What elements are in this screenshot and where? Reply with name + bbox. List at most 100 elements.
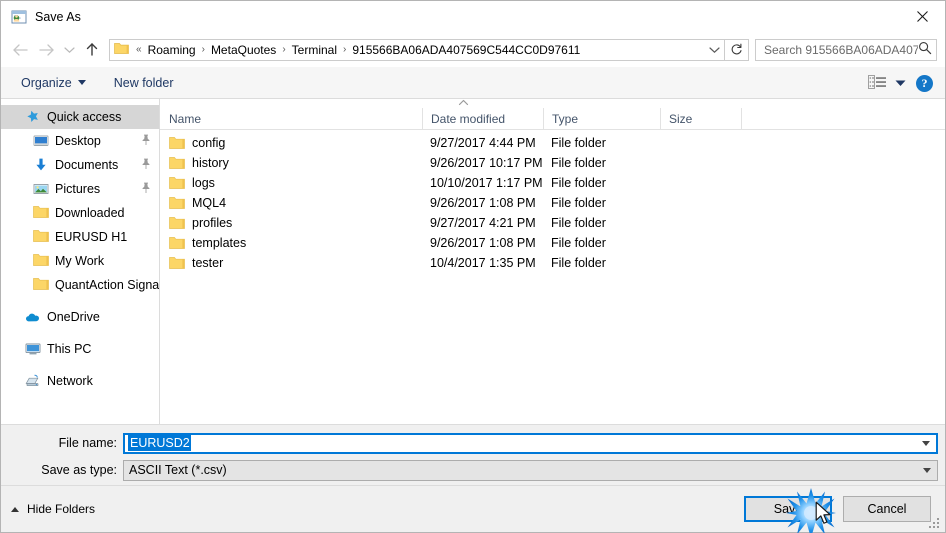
network-icon [25, 373, 41, 389]
back-button[interactable] [7, 37, 33, 63]
new-folder-label: New folder [113, 75, 174, 90]
documents-download-icon [33, 157, 49, 173]
pin-icon[interactable] [141, 134, 151, 148]
view-layout-icon [868, 74, 887, 92]
column-header-type-label: Type [552, 111, 579, 126]
cancel-button[interactable]: Cancel [843, 496, 931, 522]
sidebar-item-pictures[interactable]: Pictures [1, 177, 159, 201]
new-folder-button[interactable]: New folder [108, 71, 180, 95]
sidebar-item-quantaction-signal[interactable]: QuantAction Signal [1, 273, 159, 297]
column-header-date-label: Date modified [431, 111, 506, 126]
sort-ascending-indicator [458, 99, 469, 108]
save-as-type-select[interactable]: ASCII Text (*.csv) [123, 459, 938, 481]
table-row[interactable]: profiles 9/27/2017 4:21 PM File folder [160, 213, 945, 233]
folder-icon [169, 136, 185, 150]
pin-icon[interactable] [141, 182, 151, 196]
breadcrumb: « Roaming › MetaQuotes › Terminal › 9155… [132, 43, 704, 57]
hide-folders-button[interactable]: Hide Folders [11, 502, 95, 516]
sidebar-item-my-work[interactable]: My Work [1, 249, 159, 273]
address-dropdown-button[interactable] [704, 40, 724, 60]
breadcrumb-item-metaquotes[interactable]: MetaQuotes [209, 43, 278, 57]
table-row[interactable]: MQL4 9/26/2017 1:08 PM File folder [160, 193, 945, 213]
breadcrumb-item-roaming[interactable]: Roaming [146, 43, 198, 57]
help-icon[interactable]: ? [916, 74, 933, 92]
search-icon[interactable] [918, 41, 932, 58]
column-header-type[interactable]: Type [543, 108, 660, 129]
file-date-cell: 9/27/2017 4:21 PM [430, 216, 536, 230]
folder-icon [114, 42, 129, 58]
table-row[interactable]: tester 10/4/2017 1:35 PM File folder [160, 253, 945, 273]
folder-icon [169, 196, 185, 210]
sidebar-item-quick-access[interactable]: Quick access [1, 105, 159, 129]
column-header-name[interactable]: Name [160, 108, 422, 129]
file-name-input[interactable]: EURUSD2 [123, 432, 938, 454]
breadcrumb-item-terminal[interactable]: Terminal [290, 43, 339, 57]
chevron-down-icon[interactable] [895, 76, 906, 90]
table-row[interactable]: templates 9/26/2017 1:08 PM File folder [160, 233, 945, 253]
save-form: File name: EURUSD2 Save as type: ASCII T… [1, 425, 945, 485]
organize-menu-button[interactable]: Organize [15, 71, 92, 95]
sidebar-item-this-pc[interactable]: This PC [1, 337, 159, 361]
column-header-size-label: Size [669, 111, 693, 126]
address-bar[interactable]: « Roaming › MetaQuotes › Terminal › 9155… [109, 38, 725, 61]
breadcrumb-item-terminal-id[interactable]: 915566BA06ADA407569C544CC0D97611 [350, 43, 582, 57]
sidebar-item-network[interactable]: Network [1, 369, 159, 393]
column-header-size[interactable]: Size [660, 108, 741, 129]
table-row[interactable]: logs 10/10/2017 1:17 PM File folder [160, 173, 945, 193]
folder-icon [169, 156, 185, 170]
breadcrumb-overflow[interactable]: « [132, 44, 146, 55]
sidebar-item-label: Quick access [47, 110, 122, 124]
sidebar-item-eurusd-h1[interactable]: EURUSD H1 [1, 225, 159, 249]
forward-button[interactable] [33, 37, 59, 63]
breadcrumb-separator: › [343, 44, 347, 55]
sidebar-item-label: My Work [55, 254, 105, 268]
folder-icon [33, 253, 49, 269]
file-name-label: config [192, 136, 226, 150]
column-header-row: Name Date modified Type Size [160, 108, 945, 130]
file-name-cell: tester [160, 256, 422, 270]
sidebar-item-downloaded[interactable]: Downloaded [1, 201, 159, 225]
file-date-cell: 9/26/2017 1:08 PM [430, 196, 536, 210]
save-as-type-value: ASCII Text (*.csv) [129, 463, 227, 477]
folder-icon [169, 176, 185, 190]
column-header-date-modified[interactable]: Date modified [422, 108, 543, 129]
sidebar-item-onedrive[interactable]: OneDrive [1, 305, 159, 329]
up-one-level-button[interactable] [79, 37, 105, 63]
folder-icon [169, 256, 185, 270]
file-name-label: tester [192, 256, 224, 270]
file-name-cell: logs [160, 176, 422, 190]
change-view-button[interactable] [868, 74, 906, 92]
folder-icon [33, 277, 49, 293]
window-title: Save As [35, 9, 81, 24]
recent-locations-button[interactable] [59, 37, 79, 63]
dialog-body: Quick access Desktop Documents Pictures … [1, 99, 945, 425]
pin-icon[interactable] [141, 158, 151, 172]
save-as-dialog: Save As « Roaming › MetaQuotes › Termina… [0, 0, 946, 533]
organize-label: Organize [21, 75, 72, 90]
search-input[interactable]: Search 915566BA06ADA40756... [755, 38, 937, 61]
file-name-label: templates [192, 236, 247, 250]
pictures-icon [33, 181, 49, 197]
chevron-down-icon[interactable] [923, 467, 931, 473]
column-header-name-label: Name [169, 111, 202, 126]
table-row[interactable]: history 9/26/2017 10:17 PM File folder [160, 153, 945, 173]
save-button[interactable]: Save [744, 496, 832, 522]
refresh-button[interactable] [725, 38, 749, 61]
toolbar-right-group: ? [868, 67, 933, 99]
close-window-button[interactable] [899, 1, 945, 31]
file-name-row: File name: EURUSD2 [1, 431, 945, 455]
column-header-filler [741, 108, 945, 129]
file-date-cell: 10/10/2017 1:17 PM [430, 176, 543, 190]
resize-grip-icon[interactable] [929, 517, 941, 529]
table-row[interactable]: config 9/27/2017 4:44 PM File folder [160, 133, 945, 153]
sidebar-item-desktop[interactable]: Desktop [1, 129, 159, 153]
sidebar-item-documents[interactable]: Documents [1, 153, 159, 177]
file-type-cell: File folder [551, 216, 606, 230]
file-name-cell: MQL4 [160, 196, 422, 210]
sidebar-item-label: OneDrive [47, 310, 100, 324]
desktop-icon [33, 133, 49, 149]
chevron-down-icon[interactable] [922, 440, 930, 446]
sidebar-item-label: Documents [55, 158, 119, 172]
